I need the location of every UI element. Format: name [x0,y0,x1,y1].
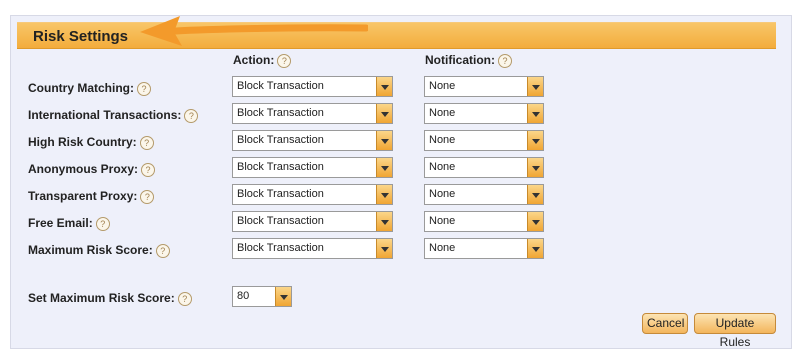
rule-label-international-transactions: International Transactions:? [28,108,199,123]
action-column-label: Action: [233,53,275,67]
max-score-label-text: Set Maximum Risk Score: [28,291,175,305]
dropdown-arrow-icon[interactable] [527,212,543,231]
selected-value: 80 [237,290,250,302]
dropdown-arrow-icon[interactable] [527,131,543,150]
dropdown-arrow-icon[interactable] [376,185,392,204]
selected-value: None [429,242,456,254]
dropdown-arrow-icon[interactable] [376,104,392,123]
selected-value: None [429,134,456,146]
dropdown-arrow-icon[interactable] [275,287,291,306]
notification-select-maximum-risk-score[interactable]: None [424,238,544,259]
action-select-maximum-risk-score[interactable]: Block Transaction [232,238,393,259]
help-icon[interactable]: ? [498,53,512,68]
help-icon[interactable]: ? [177,291,192,306]
help-icon[interactable]: ? [95,216,110,231]
selected-value: None [429,80,456,92]
rule-label-text: Anonymous Proxy: [28,162,139,176]
dropdown-arrow-icon[interactable] [376,158,392,177]
annotation-arrow-icon [140,16,368,46]
dropdown-arrow-icon[interactable] [527,104,543,123]
section-header: Risk Settings [17,22,776,49]
dropdown-arrow-icon[interactable] [527,239,543,258]
max-score-label: Set Maximum Risk Score:? [28,291,192,306]
help-icon[interactable]: ? [137,81,151,96]
action-select-international-transactions[interactable]: Block Transaction [232,103,393,124]
notification-column-label: Notification: [425,53,495,67]
dropdown-arrow-icon[interactable] [527,185,543,204]
selected-value: None [429,188,456,200]
update-rules-button[interactable]: Update Rules [694,313,776,349]
rule-label-country-matching: Country Matching:? [28,81,151,96]
selected-value: Block Transaction [237,107,324,119]
rule-label-high-risk-country: High Risk Country:? [28,135,154,150]
rule-label-text: High Risk Country: [28,135,137,149]
action-column-header: Action:? [233,53,292,68]
rule-label-free-email: Free Email:? [28,216,110,231]
notification-select-country-matching[interactable]: None [424,76,544,97]
selected-value: Block Transaction [237,188,324,200]
selected-value: Block Transaction [237,134,324,146]
help-icon[interactable]: ? [277,53,292,68]
help-icon[interactable]: ? [140,189,155,204]
notification-select-international-transactions[interactable]: None [424,103,544,124]
notification-column-header: Notification:? [425,53,512,68]
rule-label-maximum-risk-score: Maximum Risk Score:? [28,243,170,258]
rule-label-anonymous-proxy: Anonymous Proxy:? [28,162,156,177]
dropdown-arrow-icon[interactable] [376,131,392,150]
selected-value: None [429,215,456,227]
rule-label-text: Maximum Risk Score: [28,243,153,257]
action-select-free-email[interactable]: Block Transaction [232,211,393,232]
help-icon[interactable]: ? [139,135,154,150]
selected-value: Block Transaction [237,161,324,173]
help-icon[interactable]: ? [184,108,199,123]
notification-select-high-risk-country[interactable]: None [424,130,544,151]
notification-select-free-email[interactable]: None [424,211,544,232]
selected-value: None [429,107,456,119]
rule-label-text: Country Matching: [28,81,134,95]
rule-label-text: International Transactions: [28,108,182,122]
dropdown-arrow-icon[interactable] [527,158,543,177]
rule-label-text: Transparent Proxy: [28,189,138,203]
action-select-high-risk-country[interactable]: Block Transaction [232,130,393,151]
notification-select-transparent-proxy[interactable]: None [424,184,544,205]
dropdown-arrow-icon[interactable] [527,77,543,96]
notification-select-anonymous-proxy[interactable]: None [424,157,544,178]
cancel-button[interactable]: Cancel [642,313,688,334]
selected-value: Block Transaction [237,80,324,92]
action-select-transparent-proxy[interactable]: Block Transaction [232,184,393,205]
dropdown-arrow-icon[interactable] [376,239,392,258]
rule-label-text: Free Email: [28,216,93,230]
help-icon[interactable]: ? [141,162,156,177]
selected-value: None [429,161,456,173]
action-select-anonymous-proxy[interactable]: Block Transaction [232,157,393,178]
rule-label-transparent-proxy: Transparent Proxy:? [28,189,155,204]
selected-value: Block Transaction [237,242,324,254]
section-title: Risk Settings [33,28,129,45]
dropdown-arrow-icon[interactable] [376,77,392,96]
dropdown-arrow-icon[interactable] [376,212,392,231]
selected-value: Block Transaction [237,215,324,227]
action-select-country-matching[interactable]: Block Transaction [232,76,393,97]
help-icon[interactable]: ? [155,243,170,258]
max-risk-score-select[interactable]: 80 [232,286,292,307]
